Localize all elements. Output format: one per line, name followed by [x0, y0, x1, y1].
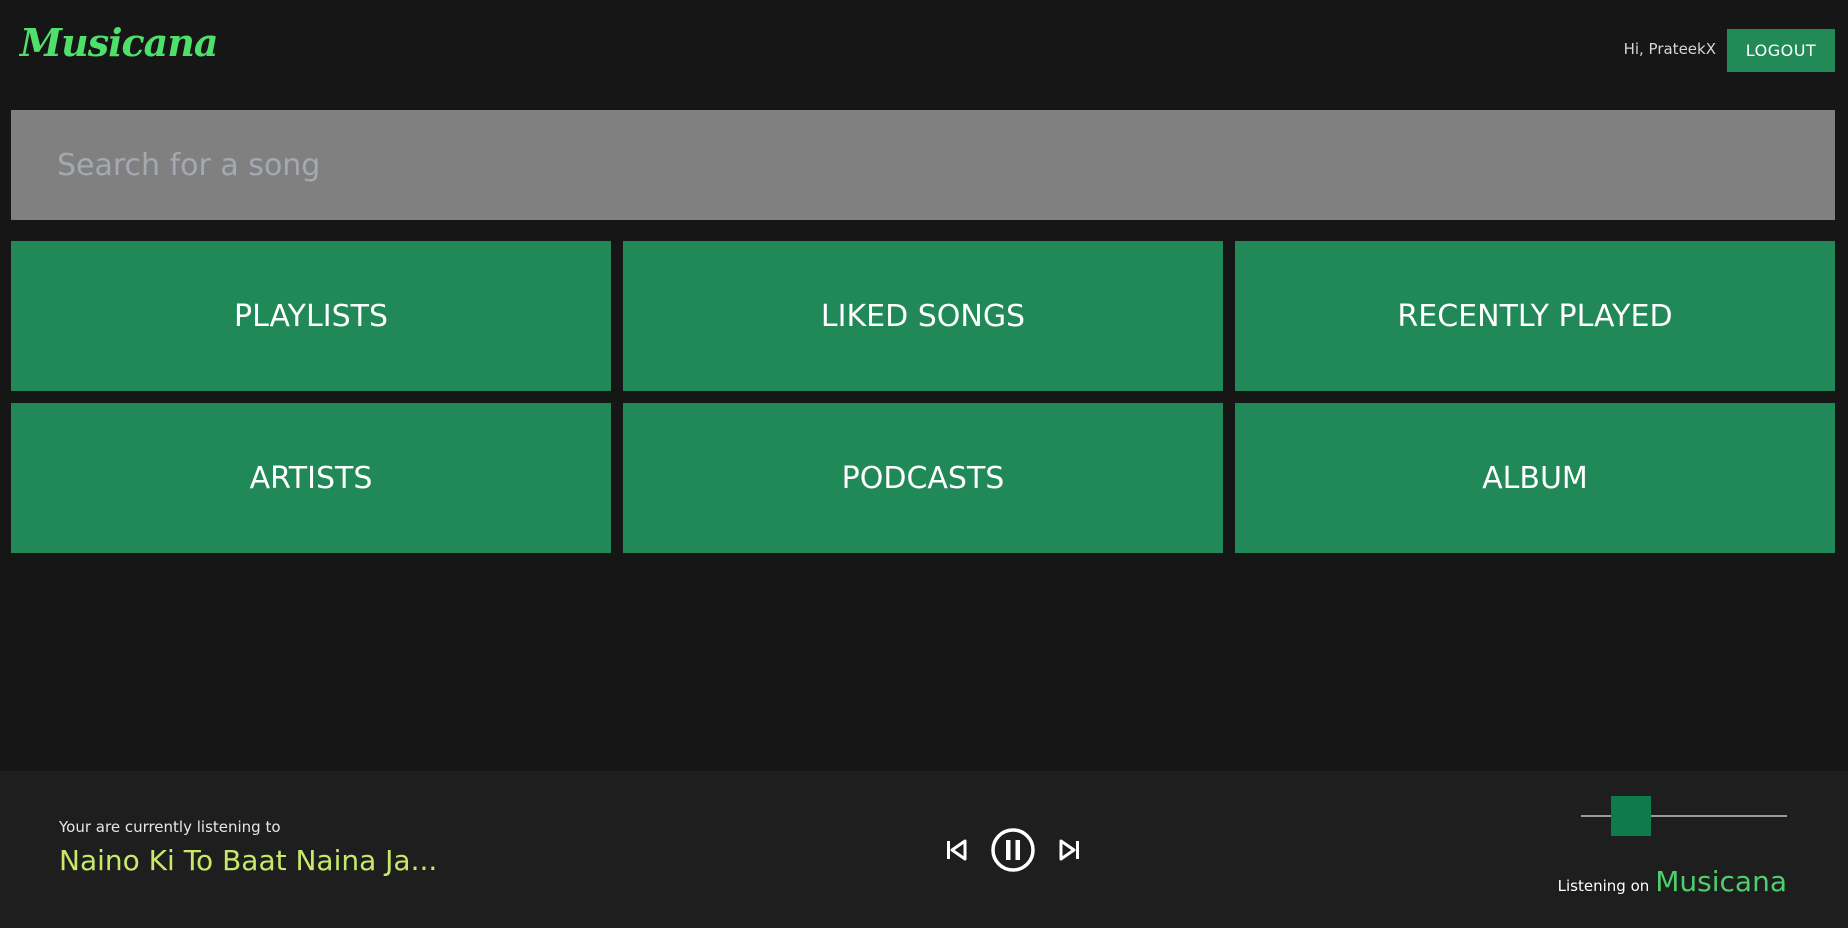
now-playing-label: Your are currently listening to	[59, 818, 281, 836]
app-page: Musicana Hi, PrateekX LOGOUT PLAYLISTS L…	[0, 0, 1848, 928]
skip-next-icon[interactable]	[1058, 838, 1082, 862]
search-input[interactable]	[57, 110, 1835, 220]
volume-slider[interactable]	[1581, 796, 1787, 836]
brand-name: Musicana	[1655, 865, 1787, 898]
listening-on-brand: Listening on Musicana	[1558, 865, 1787, 898]
volume-thumb[interactable]	[1611, 796, 1651, 836]
tile-recently-played[interactable]: RECENTLY PLAYED	[1235, 241, 1835, 391]
app-logo[interactable]: Musicana	[20, 20, 219, 65]
now-playing-title: Naino Ki To Baat Naina Ja...	[59, 844, 438, 877]
tile-artists[interactable]: ARTISTS	[11, 403, 611, 553]
top-header: Musicana Hi, PrateekX LOGOUT	[0, 0, 1848, 100]
playback-controls	[944, 827, 1082, 873]
tile-liked-songs[interactable]: LIKED SONGS	[623, 241, 1223, 391]
search-bar	[11, 110, 1835, 220]
tile-playlists[interactable]: PLAYLISTS	[11, 241, 611, 391]
tile-album[interactable]: ALBUM	[1235, 403, 1835, 553]
player-bar: Your are currently listening to Naino Ki…	[0, 771, 1848, 928]
tile-podcasts[interactable]: PODCASTS	[623, 403, 1223, 553]
user-greeting: Hi, PrateekX	[1623, 40, 1716, 58]
listening-on-label: Listening on	[1557, 877, 1650, 895]
category-grid: PLAYLISTS LIKED SONGS RECENTLY PLAYED AR…	[11, 241, 1835, 553]
pause-icon[interactable]	[990, 827, 1036, 873]
skip-previous-icon[interactable]	[944, 838, 968, 862]
logout-button[interactable]: LOGOUT	[1727, 29, 1835, 72]
